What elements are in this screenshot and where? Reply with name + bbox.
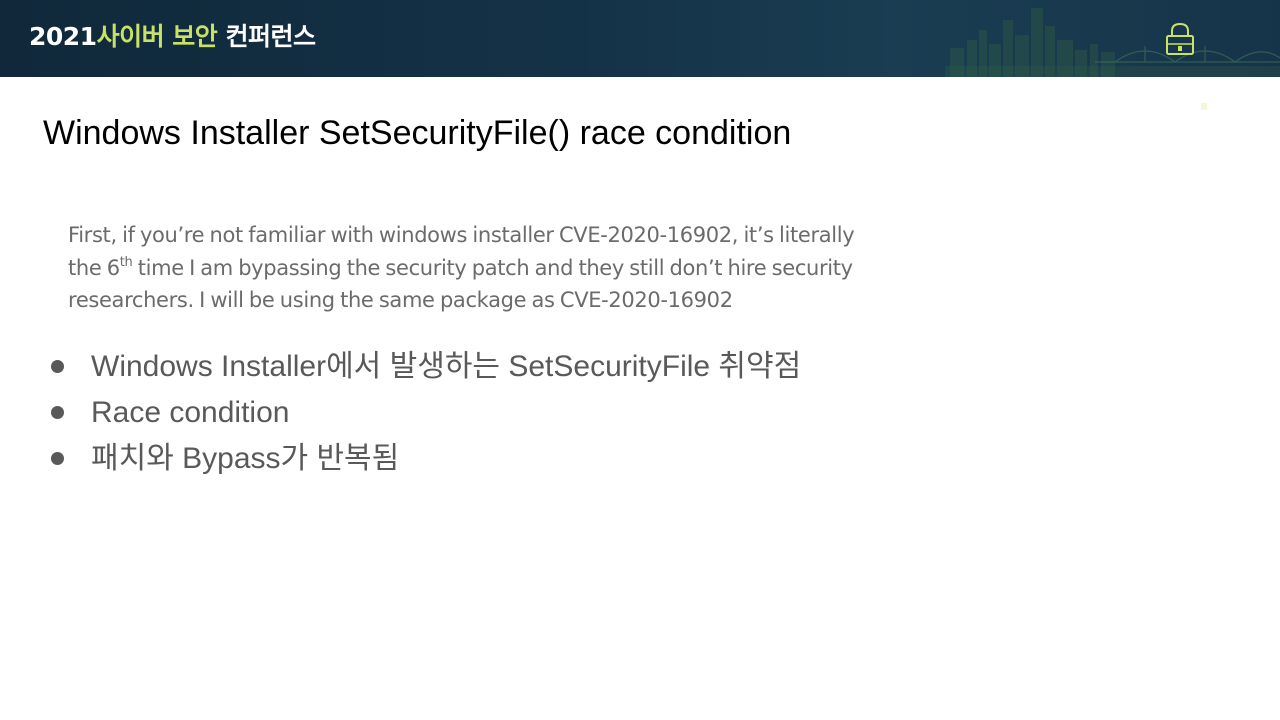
bullet-dot-icon bbox=[51, 406, 64, 419]
bullet-dot-icon bbox=[51, 360, 64, 373]
bullet-dot-icon bbox=[51, 452, 64, 465]
conference-title-rest: 컨퍼런스 bbox=[225, 22, 317, 51]
conference-title-highlight: 사이버 보안 bbox=[96, 22, 218, 51]
decorative-mark bbox=[1201, 103, 1207, 110]
ordinal-superscript: th bbox=[119, 254, 133, 270]
quote-line-2-end: time I am bypassing the security patch a… bbox=[132, 255, 853, 280]
bullet-text: Race condition bbox=[91, 396, 290, 429]
city-skyline-icon bbox=[945, 8, 1280, 77]
quote-line-2-start: the 6 bbox=[68, 255, 120, 280]
bullet-text: 패치와 Bypass가 반복됨 bbox=[91, 442, 400, 475]
quote-line-1: First, if you’re not familiar with windo… bbox=[68, 223, 855, 247]
bullet-text: Windows Installer에서 발생하는 SetSecurityFile… bbox=[91, 350, 802, 383]
conference-year: 2021 bbox=[29, 22, 97, 51]
padlock-icon bbox=[1166, 22, 1194, 55]
conference-title: 2021사이버 보안 컨퍼런스 bbox=[29, 20, 316, 54]
quote-line-3: researchers. I will be using the same pa… bbox=[68, 288, 733, 312]
quote-line-2: the 6th time I am bypassing the security… bbox=[68, 252, 928, 285]
conference-header-bar: 2021사이버 보안 컨퍼런스 bbox=[0, 0, 1280, 77]
quoted-text-block: First, if you’re not familiar with windo… bbox=[68, 219, 928, 317]
slide-title: Windows Installer SetSecurityFile() race… bbox=[43, 114, 792, 152]
